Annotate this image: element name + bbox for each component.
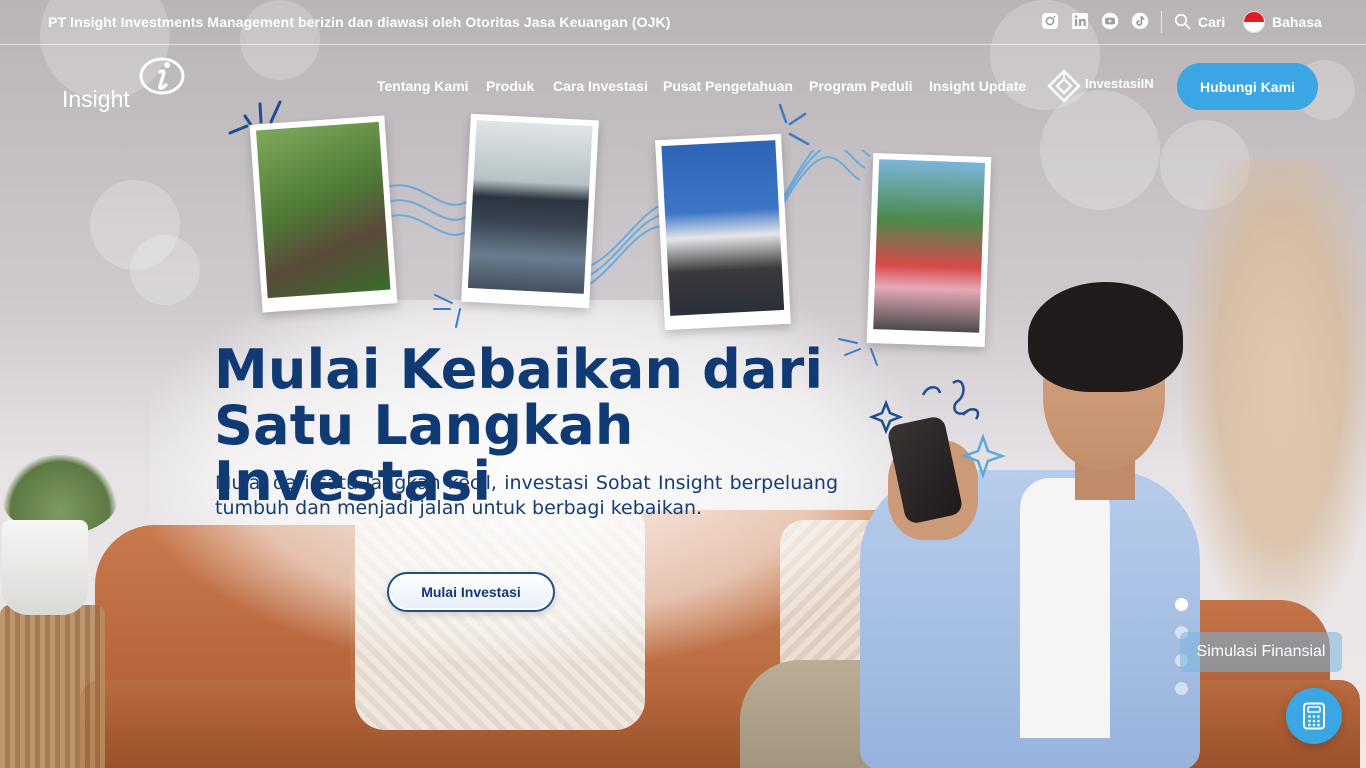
- investasiin-diamond-icon: [1047, 69, 1081, 103]
- ojk-notice: PT Insight Investments Management berizi…: [48, 14, 671, 30]
- nav-insight-update[interactable]: Insight Update: [929, 78, 1026, 94]
- indonesia-flag-icon[interactable]: [1244, 12, 1264, 32]
- investasiin-link[interactable]: InvestasiIN: [1047, 69, 1157, 103]
- star-sparkle-icon: [868, 379, 1006, 479]
- nav-cara-investasi[interactable]: Cara Investasi: [553, 78, 648, 94]
- start-investing-button[interactable]: Mulai Investasi: [387, 572, 555, 612]
- logo-text: Insight: [62, 86, 130, 112]
- contact-us-button[interactable]: Hubungi Kami: [1177, 63, 1318, 110]
- logo-i-icon: [139, 57, 185, 95]
- language-selector[interactable]: Bahasa: [1272, 14, 1322, 30]
- photo-solar-panel: [461, 113, 599, 309]
- photo-planting: [249, 115, 398, 313]
- photo-children: [866, 152, 992, 348]
- nav-tentang-kami[interactable]: Tentang Kami: [377, 78, 469, 94]
- financial-simulation-label[interactable]: Simulasi Finansial: [1180, 632, 1342, 672]
- insight-logo[interactable]: Insight: [62, 56, 187, 118]
- hero-subtitle: Mulai dari satu langkah kecil, investasi…: [215, 472, 838, 519]
- carousel-dot[interactable]: [1175, 598, 1188, 611]
- investasiin-label: InvestasiIN: [1085, 76, 1154, 91]
- search-link[interactable]: Cari: [1198, 14, 1225, 30]
- top-bar: PT Insight Investments Management berizi…: [0, 0, 1366, 45]
- instagram-icon[interactable]: [1041, 12, 1059, 30]
- nav-program-peduli[interactable]: Program Peduli: [809, 78, 912, 94]
- linkedin-icon[interactable]: [1071, 12, 1089, 30]
- photo-handover: [655, 133, 791, 331]
- tiktok-icon[interactable]: [1131, 12, 1149, 30]
- divider: [1161, 11, 1162, 33]
- carousel-dot[interactable]: [1175, 682, 1188, 695]
- nav-pusat-pengetahuan[interactable]: Pusat Pengetahuan: [663, 78, 793, 94]
- youtube-icon[interactable]: [1101, 12, 1119, 30]
- nav-produk[interactable]: Produk: [486, 78, 534, 94]
- calculator-button[interactable]: [1286, 688, 1342, 744]
- search-icon[interactable]: [1174, 13, 1191, 30]
- plant-pot: [2, 520, 88, 615]
- hero-title-line-1: Mulai Kebaikan dari: [214, 338, 824, 401]
- calculator-icon: [1303, 702, 1325, 730]
